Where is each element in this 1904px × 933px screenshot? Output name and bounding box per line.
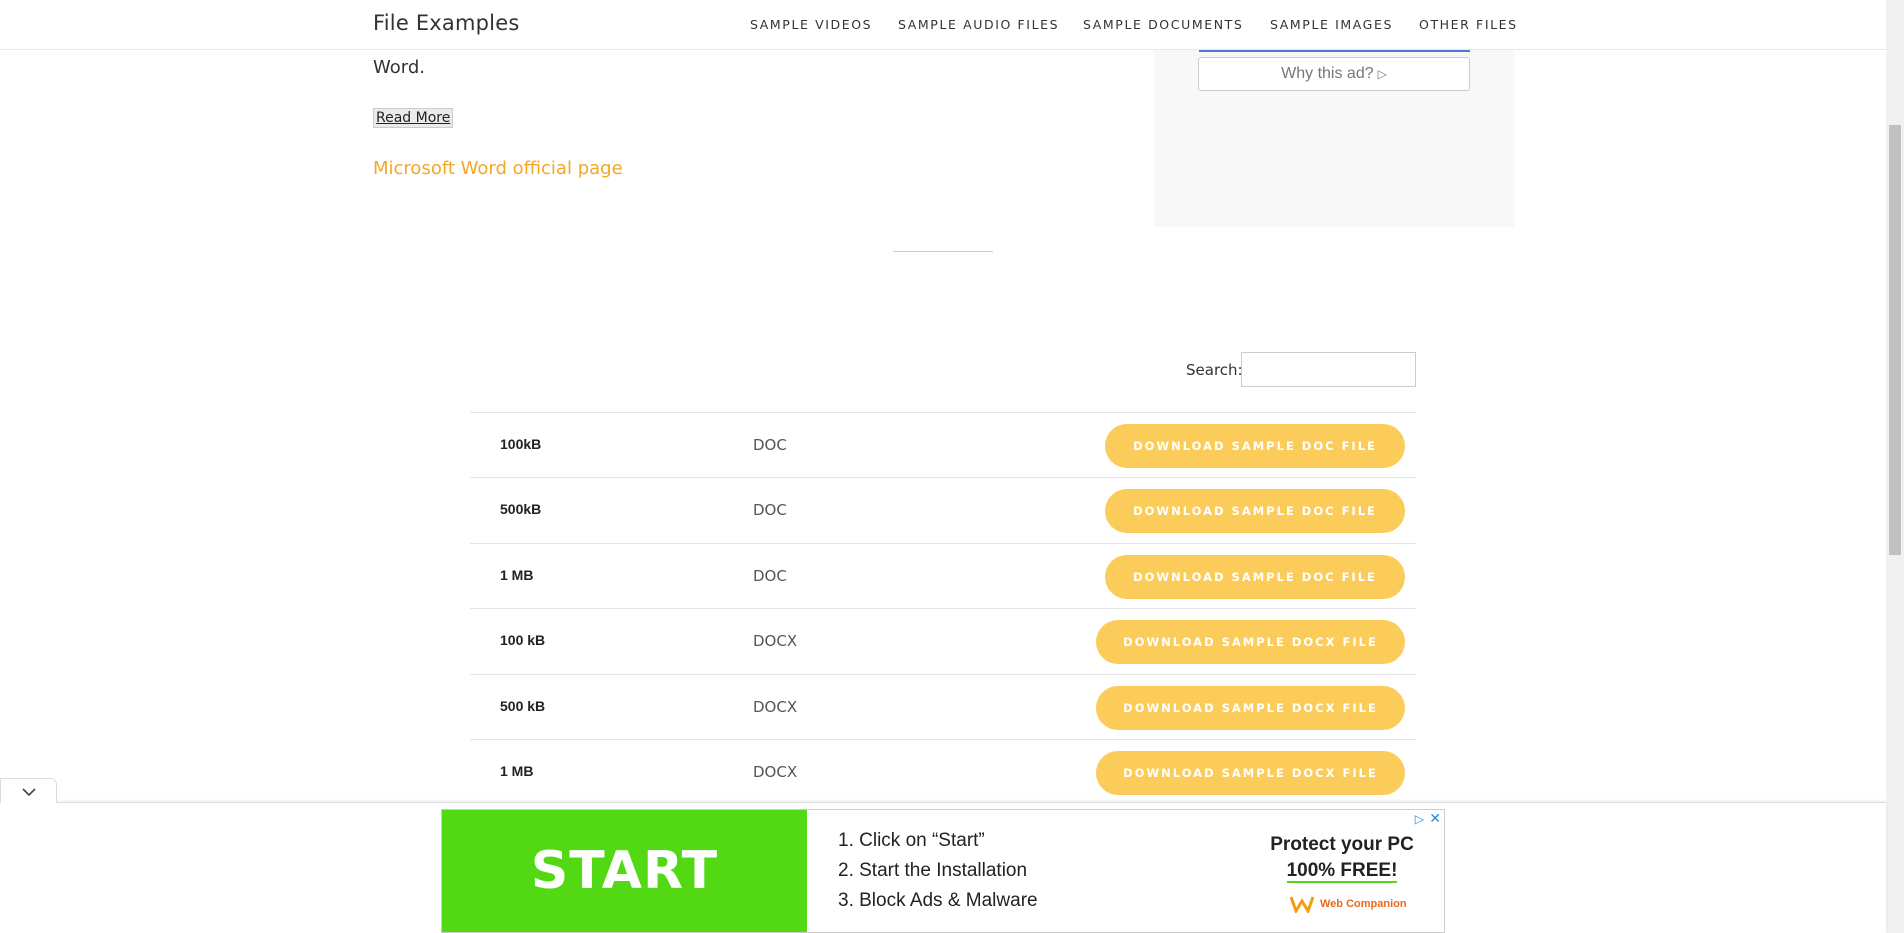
download-button[interactable]: DOWNLOAD SAMPLE DOC FILE [1105,554,1405,599]
search-label: Search: [1186,361,1243,379]
site-header: File Examples SAMPLE VIDEOS SAMPLE AUDIO… [0,0,1886,50]
site-title[interactable]: File Examples [373,11,519,35]
section-divider [893,251,993,252]
ad-headline: Protect your PC 100% FREE! [1252,832,1432,884]
file-type: DOCX [753,697,798,716]
play-icon: ▷ [1377,67,1387,81]
ad-divider [1199,50,1470,52]
description-text: Word. [373,57,425,78]
microsoft-word-official-link[interactable]: Microsoft Word official page [373,158,623,179]
ad-step: 1. Click on “Start” [838,830,985,851]
file-type: DOCX [753,762,798,781]
adchoices-icon[interactable]: ▷ [1415,812,1424,826]
table-row: 500 kB DOCX DOWNLOAD SAMPLE DOCX FILE [470,673,1416,739]
read-more-button[interactable]: Read More [373,108,454,128]
file-size: 1 MB [500,762,534,779]
table-row: 1 MB DOC DOWNLOAD SAMPLE DOC FILE [470,542,1416,608]
ad-headline-line2: 100% FREE! [1286,860,1398,883]
bottom-ad-banner[interactable]: START 1. Click on “Start” 2. Start the I… [441,809,1445,933]
ad-step: 2. Start the Installation [838,860,1028,881]
scrollbar-thumb[interactable] [1889,125,1901,555]
file-type: DOC [753,501,787,520]
collapse-ad-button[interactable] [0,778,57,803]
file-size: 500 kB [500,697,546,714]
web-companion-logo-icon [1290,896,1314,913]
table-row: 100 kB DOCX DOWNLOAD SAMPLE DOCX FILE [470,608,1416,673]
file-size: 100 kB [500,632,546,649]
download-button[interactable]: DOWNLOAD SAMPLE DOC FILE [1105,489,1405,534]
why-this-ad-label: Why this ad? [1281,65,1374,82]
download-button[interactable]: DOWNLOAD SAMPLE DOCX FILE [1096,685,1405,730]
nav-other-files[interactable]: OTHER FILES [1419,17,1518,32]
nav-sample-images[interactable]: SAMPLE IMAGES [1270,17,1393,32]
table-row: 500kB DOC DOWNLOAD SAMPLE DOC FILE [470,477,1416,542]
ad-start-button[interactable]: START [442,810,807,932]
download-button[interactable]: DOWNLOAD SAMPLE DOCX FILE [1096,620,1405,665]
file-type: DOCX [753,632,798,651]
file-table: 100kB DOC DOWNLOAD SAMPLE DOC FILE 500kB… [470,412,1416,804]
ad-steps: 1. Click on “Start” 2. Start the Install… [838,826,1038,916]
file-size: 1 MB [500,566,534,583]
ad-headline-line1: Protect your PC [1270,834,1414,855]
file-type: DOC [753,436,787,454]
file-size: 500kB [500,501,542,518]
file-size: 100kB [500,436,542,452]
nav-sample-videos[interactable]: SAMPLE VIDEOS [750,17,872,32]
nav-sample-documents[interactable]: SAMPLE DOCUMENTS [1083,17,1243,32]
table-row: 100kB DOC DOWNLOAD SAMPLE DOC FILE [470,412,1416,477]
nav-sample-audio-files[interactable]: SAMPLE AUDIO FILES [898,17,1059,32]
chevron-down-icon [21,788,36,797]
file-type: DOC [753,566,787,585]
search-input[interactable] [1241,352,1416,387]
ad-brand: Web Companion [1290,895,1407,913]
download-button[interactable]: DOWNLOAD SAMPLE DOC FILE [1105,424,1405,468]
close-icon[interactable]: ✕ [1429,811,1441,827]
download-button[interactable]: DOWNLOAD SAMPLE DOCX FILE [1096,750,1405,795]
ad-brand-name: Web Companion [1320,898,1407,910]
ad-step: 3. Block Ads & Malware [838,890,1038,911]
table-row: 1 MB DOCX DOWNLOAD SAMPLE DOCX FILE [470,738,1416,804]
why-this-ad-button[interactable]: Why this ad? ▷ [1198,57,1470,91]
